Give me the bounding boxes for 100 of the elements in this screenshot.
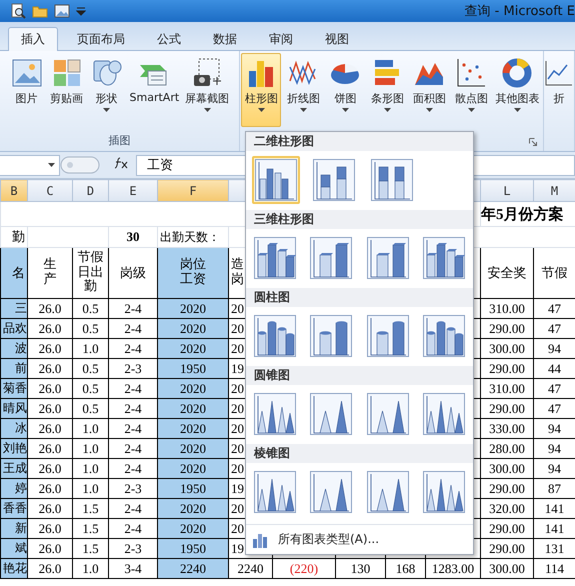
column-chart-button[interactable]: 柱形图: [241, 53, 282, 127]
table-cell: 131: [534, 538, 575, 558]
chart-type-option[interactable]: [364, 390, 411, 438]
shapes-button[interactable]: 形状: [88, 53, 126, 127]
other-charts-button[interactable]: 其他图表: [493, 53, 542, 127]
table-cell: 1.0: [72, 478, 108, 498]
table-cell: 1.5: [72, 498, 108, 518]
table-cell: 1.0: [72, 438, 108, 458]
column-header[interactable]: C: [28, 180, 72, 202]
ribbon-tab[interactable]: 审阅: [256, 27, 306, 51]
smartart-button[interactable]: SmartArt: [128, 53, 182, 127]
bar-chart-button[interactable]: 条形图: [367, 53, 408, 127]
table-cell: 290.00: [480, 358, 534, 378]
table-cell: 280.00: [480, 438, 534, 458]
table-cell: 2-4: [108, 418, 158, 438]
table-cell: 310.00: [480, 378, 534, 398]
area-chart-button[interactable]: 面积图: [409, 53, 450, 127]
scatter-chart-button[interactable]: 散点图: [451, 53, 492, 127]
sparkline-button[interactable]: 折: [541, 53, 575, 127]
table-cell: 130: [336, 558, 386, 578]
chart-type-option[interactable]: [308, 234, 354, 282]
picture-button[interactable]: 图片: [8, 53, 46, 127]
pie-chart-button[interactable]: 饼图: [325, 53, 366, 127]
screenshot-button[interactable]: 屏幕截图: [183, 53, 232, 127]
column-header[interactable]: M: [534, 180, 575, 202]
table-cell: 勤: [0, 226, 28, 248]
table-cell: 2-3: [108, 538, 158, 558]
table-cell: 26.0: [28, 478, 72, 498]
window-title: 查询 - Microsoft E: [464, 3, 575, 20]
ribbon-tab[interactable]: 数据: [200, 27, 250, 51]
cone-chart-icon: [422, 393, 465, 435]
table-cell: 30: [108, 226, 158, 248]
dialog-launcher-icon[interactable]: [529, 138, 537, 146]
table-cell: 品欢: [0, 318, 28, 338]
donut-chart-icon: [501, 57, 534, 89]
menu-section-title: 圆锥图: [246, 366, 473, 385]
chart-type-option[interactable]: [364, 312, 411, 360]
chart-type-option[interactable]: [310, 156, 358, 204]
table-cell: 1.5: [72, 518, 108, 538]
table-cell: 26.0: [28, 318, 72, 338]
chart-type-option[interactable]: [368, 156, 416, 204]
ribbon-tab[interactable]: 视图: [312, 27, 362, 51]
chart-type-option[interactable]: [252, 468, 298, 516]
ribbon-tab[interactable]: 页面布局: [64, 27, 138, 51]
column-heading: 名: [0, 248, 28, 298]
clipart-button[interactable]: 剪贴画: [48, 53, 86, 127]
column-heading: 岗位工资: [158, 248, 228, 298]
table-cell: 47: [534, 318, 575, 338]
table-cell: 2-4: [108, 438, 158, 458]
picture-icon[interactable]: [54, 3, 70, 19]
table-cell: 1.0: [72, 458, 108, 478]
column-chart-icon: [255, 159, 297, 201]
chart-type-option[interactable]: [420, 312, 467, 360]
table-cell: 2-4: [108, 458, 158, 478]
table-cell: 2020: [158, 418, 228, 438]
table-cell: 2020: [158, 298, 228, 318]
column-header[interactable]: B: [0, 180, 28, 202]
table-cell: 290.00: [480, 478, 534, 498]
table-cell: 94: [534, 438, 575, 458]
chart-type-option[interactable]: [420, 234, 467, 282]
chart-type-option[interactable]: [252, 234, 298, 282]
print-preview-icon[interactable]: [10, 3, 26, 19]
table-cell: 艳花: [0, 558, 28, 578]
table-cell: 2020: [158, 338, 228, 358]
chart-type-option[interactable]: [252, 156, 300, 204]
all-chart-types-link[interactable]: 所有图表类型(A)...: [278, 531, 380, 548]
ribbon-tab[interactable]: 公式: [144, 27, 194, 51]
table-cell: 前: [0, 358, 28, 378]
table-cell: 0.5: [72, 318, 108, 338]
table-cell: 26.0: [28, 418, 72, 438]
splitter-handle-icon[interactable]: [60, 156, 100, 174]
chart-type-option[interactable]: [420, 468, 467, 516]
line-chart-button[interactable]: 折线图: [283, 53, 324, 127]
column-header[interactable]: E: [108, 180, 158, 202]
chart-type-option[interactable]: [364, 234, 411, 282]
column-header[interactable]: L: [480, 180, 534, 202]
chart-type-option[interactable]: [308, 390, 354, 438]
chart-type-option[interactable]: [308, 312, 354, 360]
chart-type-option[interactable]: [252, 312, 298, 360]
column-header[interactable]: F: [158, 180, 228, 202]
chart-type-option[interactable]: [308, 468, 354, 516]
chart-type-option[interactable]: [420, 390, 467, 438]
column-header[interactable]: D: [72, 180, 108, 202]
table-cell: 47: [534, 378, 575, 398]
column-chart-icon: [252, 532, 270, 548]
table-cell: 1.0: [72, 418, 108, 438]
screenshot-icon: [191, 57, 224, 89]
table-cell: 1950: [158, 538, 228, 558]
menu-section-title: 二维柱形图: [246, 132, 473, 151]
sheet-title: 年5月份方案: [480, 202, 575, 226]
table-cell: 婷: [0, 478, 28, 498]
column-heading: 安全奖: [480, 248, 534, 298]
table-cell: 26.0: [28, 558, 72, 578]
table-cell: 2-4: [108, 298, 158, 318]
chart-type-option[interactable]: [252, 390, 298, 438]
ribbon-tab[interactable]: 插入: [8, 27, 58, 51]
chart-type-option[interactable]: [364, 468, 411, 516]
customize-toolbar-icon[interactable]: [76, 5, 86, 17]
3d-column-chart-icon: [366, 237, 409, 279]
table-cell: 0.5: [72, 378, 108, 398]
